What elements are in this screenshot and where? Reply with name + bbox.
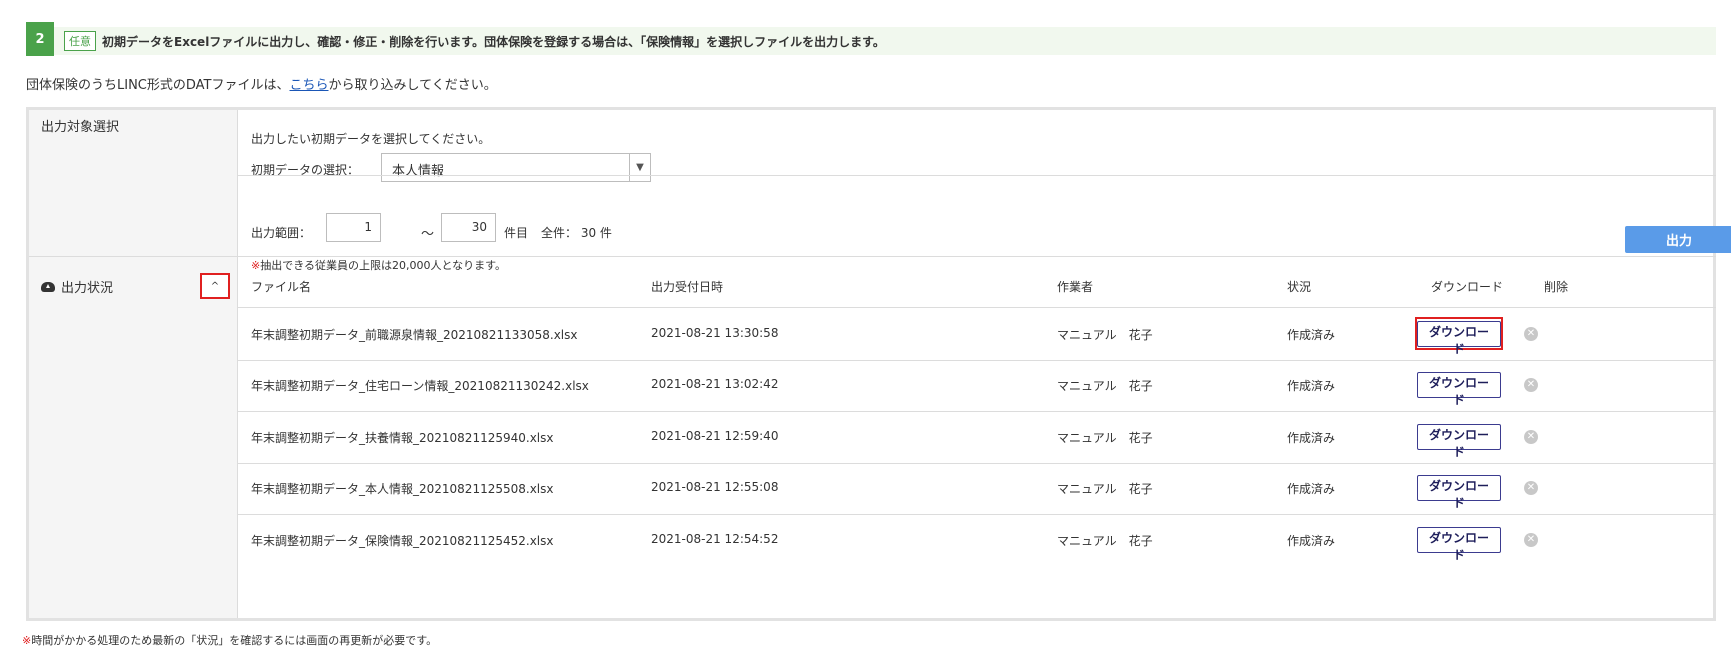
note-text: 抽出できる従業員の上限は20,000人となります。 (260, 259, 507, 272)
lead-text: 団体保険のうちLINC形式のDATファイルは、こちらから取り込みしてください。 (26, 74, 497, 93)
output-select-label: 出力対象選択 (41, 120, 120, 135)
row-divider (238, 359, 1716, 361)
row-worker: マニュアル 花子 (1057, 482, 1153, 497)
range-tilde: ～ (421, 227, 435, 242)
download-button[interactable]: ダウンロード (1417, 423, 1501, 459)
row-file-name: 年末調整初期データ_前職源泉情報_20210821133058.xlsx (251, 327, 578, 342)
step-header: 2 任意 初期データをExcelファイルに出力し、確認・修正・削除を行います。団… (26, 22, 1716, 56)
header-state: 状況 (1287, 280, 1312, 294)
row-date: 2021-08-21 12:54:52 (651, 531, 779, 546)
delete-icon[interactable]: ✕ (1524, 326, 1538, 341)
header-delete: 削除 (1544, 280, 1569, 294)
row-file-name: 年末調整初期データ_扶養情報_20210821125940.xlsx (251, 430, 554, 445)
row-worker: マニュアル 花子 (1057, 533, 1153, 548)
row-state: 作成済み (1287, 430, 1336, 445)
row-worker: マニュアル 花子 (1057, 430, 1153, 445)
range-to-input[interactable]: 30 (441, 213, 496, 242)
output-status-label: 出力状況 (41, 277, 113, 296)
output-button[interactable]: 出力 (1625, 226, 1731, 253)
row-state: 作成済み (1287, 482, 1336, 497)
delete-icon[interactable]: ✕ (1524, 429, 1538, 444)
divider (238, 307, 1716, 308)
delete-icon[interactable]: ✕ (1524, 481, 1538, 496)
row-divider (238, 411, 1716, 412)
delete-icon[interactable]: ✕ (1524, 378, 1538, 393)
row-state: 作成済み (1287, 327, 1336, 342)
row-date: 2021-08-21 12:59:40 (651, 428, 779, 443)
output-panel: 出力対象選択 出力したい初期データを選択してください。 初期データの選択： 本人… (26, 107, 1731, 621)
row-worker: マニュアル 花子 (1057, 379, 1153, 394)
row-divider (238, 514, 1716, 515)
step-description: 初期データをExcelファイルに出力し、確認・修正・削除を行います。団体保険を登… (102, 34, 885, 49)
label-column (29, 110, 238, 618)
range-note: ※抽出できる従業員の上限は20,000人となります。 (251, 257, 506, 273)
download-button[interactable]: ダウンロード (1417, 526, 1501, 562)
status-label-text: 出力状況 (61, 281, 114, 296)
delete-icon[interactable]: ✕ (1524, 532, 1538, 547)
step-number: 2 (26, 22, 54, 56)
range-label: 出力範囲： (251, 226, 312, 240)
download-button[interactable]: ダウンロード (1417, 475, 1501, 510)
lead-before: 団体保険のうちLINC形式のDATファイルは、 (26, 78, 290, 93)
row-date: 2021-08-21 13:02:42 (651, 377, 779, 392)
optional-tag: 任意 (64, 31, 96, 51)
download-button[interactable]: ダウンロード (1417, 320, 1501, 356)
divider (29, 256, 1716, 257)
header-file: ファイル名 (251, 280, 312, 294)
row-divider (238, 462, 1716, 464)
select-value: 本人情報 (392, 164, 445, 179)
header-date: 出力受付日時 (651, 280, 724, 294)
lead-after: から取り込みしてください。 (328, 78, 497, 93)
initial-data-select[interactable]: 本人情報 ▼ (381, 153, 651, 182)
footnote-mark: ※ (22, 634, 32, 647)
row-worker: マニュアル 花子 (1057, 327, 1153, 342)
collapse-toggle-button[interactable]: ^ (200, 273, 230, 299)
footnote: ※時間がかかる処理のため最新の「状況」を確認するには画面の再更新が必要です。 (22, 632, 437, 648)
divider (238, 175, 1716, 176)
chevron-down-icon[interactable]: ▼ (629, 154, 650, 181)
range-from-input[interactable]: 1 (326, 213, 381, 242)
row-state: 作成済み (1287, 379, 1336, 394)
download-button[interactable]: ダウンロード (1417, 372, 1501, 407)
header-worker: 作業者 (1057, 280, 1094, 294)
row-state: 作成済み (1287, 533, 1336, 548)
cloud-download-icon (41, 281, 55, 292)
lead-link[interactable]: こちら (290, 78, 329, 93)
header-download: ダウンロード (1431, 280, 1504, 294)
footnote-text: 時間がかかる処理のため最新の「状況」を確認するには画面の再更新が必要です。 (31, 634, 438, 647)
row-file-name: 年末調整初期データ_保険情報_20210821125452.xlsx (251, 533, 554, 548)
row-date: 2021-08-21 13:30:58 (651, 325, 779, 340)
row-date: 2021-08-21 12:55:08 (651, 480, 779, 495)
select-description: 出力したい初期データを選択してください。 (251, 132, 491, 146)
row-file-name: 年末調整初期データ_住宅ローン情報_20210821130242.xlsx (251, 379, 589, 394)
note-mark: ※ (251, 259, 261, 272)
range-unit: 件目 (504, 226, 529, 240)
row-file-name: 年末調整初期データ_本人情報_20210821125508.xlsx (251, 482, 554, 497)
range-total: 全件： 30 件 (541, 226, 612, 240)
